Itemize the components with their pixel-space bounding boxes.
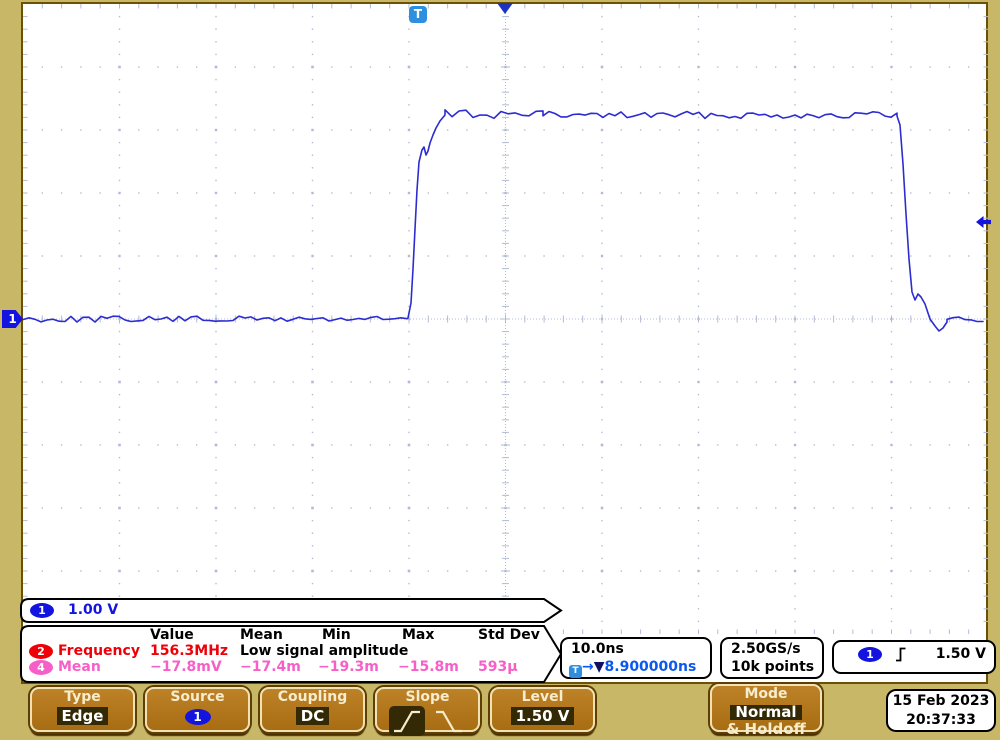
menu-source-channel-badge: 1 (184, 709, 211, 725)
slope-rising-selected[interactable] (388, 706, 425, 736)
bottom-menu-bar: Type Edge Source 1 Coupling DC Slope Lev… (0, 684, 1000, 737)
menu-coupling-value: DC (295, 707, 330, 725)
horizontal-readout-box: 10.0ns T →▼8.900000ns (560, 637, 712, 679)
delay-arrow: → (582, 659, 594, 675)
channel1-scale: 1.00 V (68, 602, 119, 618)
meas-header-min: Min (322, 627, 351, 643)
acquisition-readout-box: 2.50GS/s 10k points (720, 637, 824, 679)
meas-header-mean: Mean (240, 627, 283, 643)
graticule-and-waveform (23, 4, 988, 634)
menu-mode-title: Mode (744, 686, 788, 702)
menu-type-title: Type (64, 689, 101, 705)
meas4-label: Mean (58, 659, 101, 675)
menu-level-title: Level (521, 689, 564, 705)
meas4-min: −19.3m (318, 659, 379, 675)
menu-source-title: Source (170, 689, 225, 705)
trigger-time-flag-icon[interactable]: T (409, 6, 427, 23)
meas-header-stddev: Std Dev (478, 627, 540, 643)
meas4-max: −15.8m (398, 659, 459, 675)
menu-level-button[interactable]: Level 1.50 V (490, 687, 595, 732)
trigger-slope-icon (896, 647, 906, 662)
date-text: 15 Feb 2023 (892, 693, 990, 709)
time-text: 20:37:33 (906, 712, 976, 728)
menu-level-value: 1.50 V (510, 707, 575, 725)
meas2-note: Low signal amplitude (240, 643, 409, 659)
trigger-level-value: 1.50 V (935, 646, 986, 662)
menu-slope-button[interactable]: Slope (375, 687, 480, 736)
menu-mode-value: Normal (730, 705, 802, 720)
record-length: 10k points (731, 659, 815, 675)
meas2-value: 156.3MHz (150, 643, 229, 659)
menu-mode-button[interactable]: Mode Normal & Holdoff (710, 684, 822, 737)
meas4-stddev: 593µ (478, 659, 518, 675)
horizontal-delay: 8.900000ns (604, 659, 697, 675)
meas4-value: −17.8mV (150, 659, 222, 675)
meas2-label: Frequency (58, 643, 140, 659)
mini-trigger-flag-icon: T (569, 665, 582, 678)
menu-slope-title: Slope (405, 689, 450, 705)
meas2-badge: 2 (29, 644, 53, 659)
menu-type-value: Edge (56, 707, 109, 725)
sample-rate: 2.50GS/s (731, 641, 801, 657)
slope-falling-icon[interactable] (431, 706, 467, 736)
meas-header-max: Max (402, 627, 435, 643)
expansion-point-marker-icon[interactable] (497, 3, 513, 14)
trigger-readout-box: 1 1.50 V (832, 640, 996, 674)
channel1-badge: 1 (30, 603, 54, 618)
meas4-mean: −17.4m (240, 659, 301, 675)
menu-coupling-button[interactable]: Coupling DC (260, 687, 365, 732)
meas-header-value: Value (150, 627, 194, 643)
horizontal-scale: 10.0ns (571, 641, 624, 657)
meas4-badge: 4 (29, 660, 53, 675)
menu-type-button[interactable]: Type Edge (30, 687, 135, 732)
channel1-ground-marker[interactable]: 1 (2, 310, 23, 328)
datetime-box: 15 Feb 2023 20:37:33 (886, 689, 996, 732)
menu-coupling-title: Coupling (277, 689, 348, 705)
trigger-source-badge: 1 (858, 647, 882, 662)
expansion-marker-glyph: ▼ (593, 659, 605, 675)
menu-source-button[interactable]: Source 1 (145, 687, 250, 732)
